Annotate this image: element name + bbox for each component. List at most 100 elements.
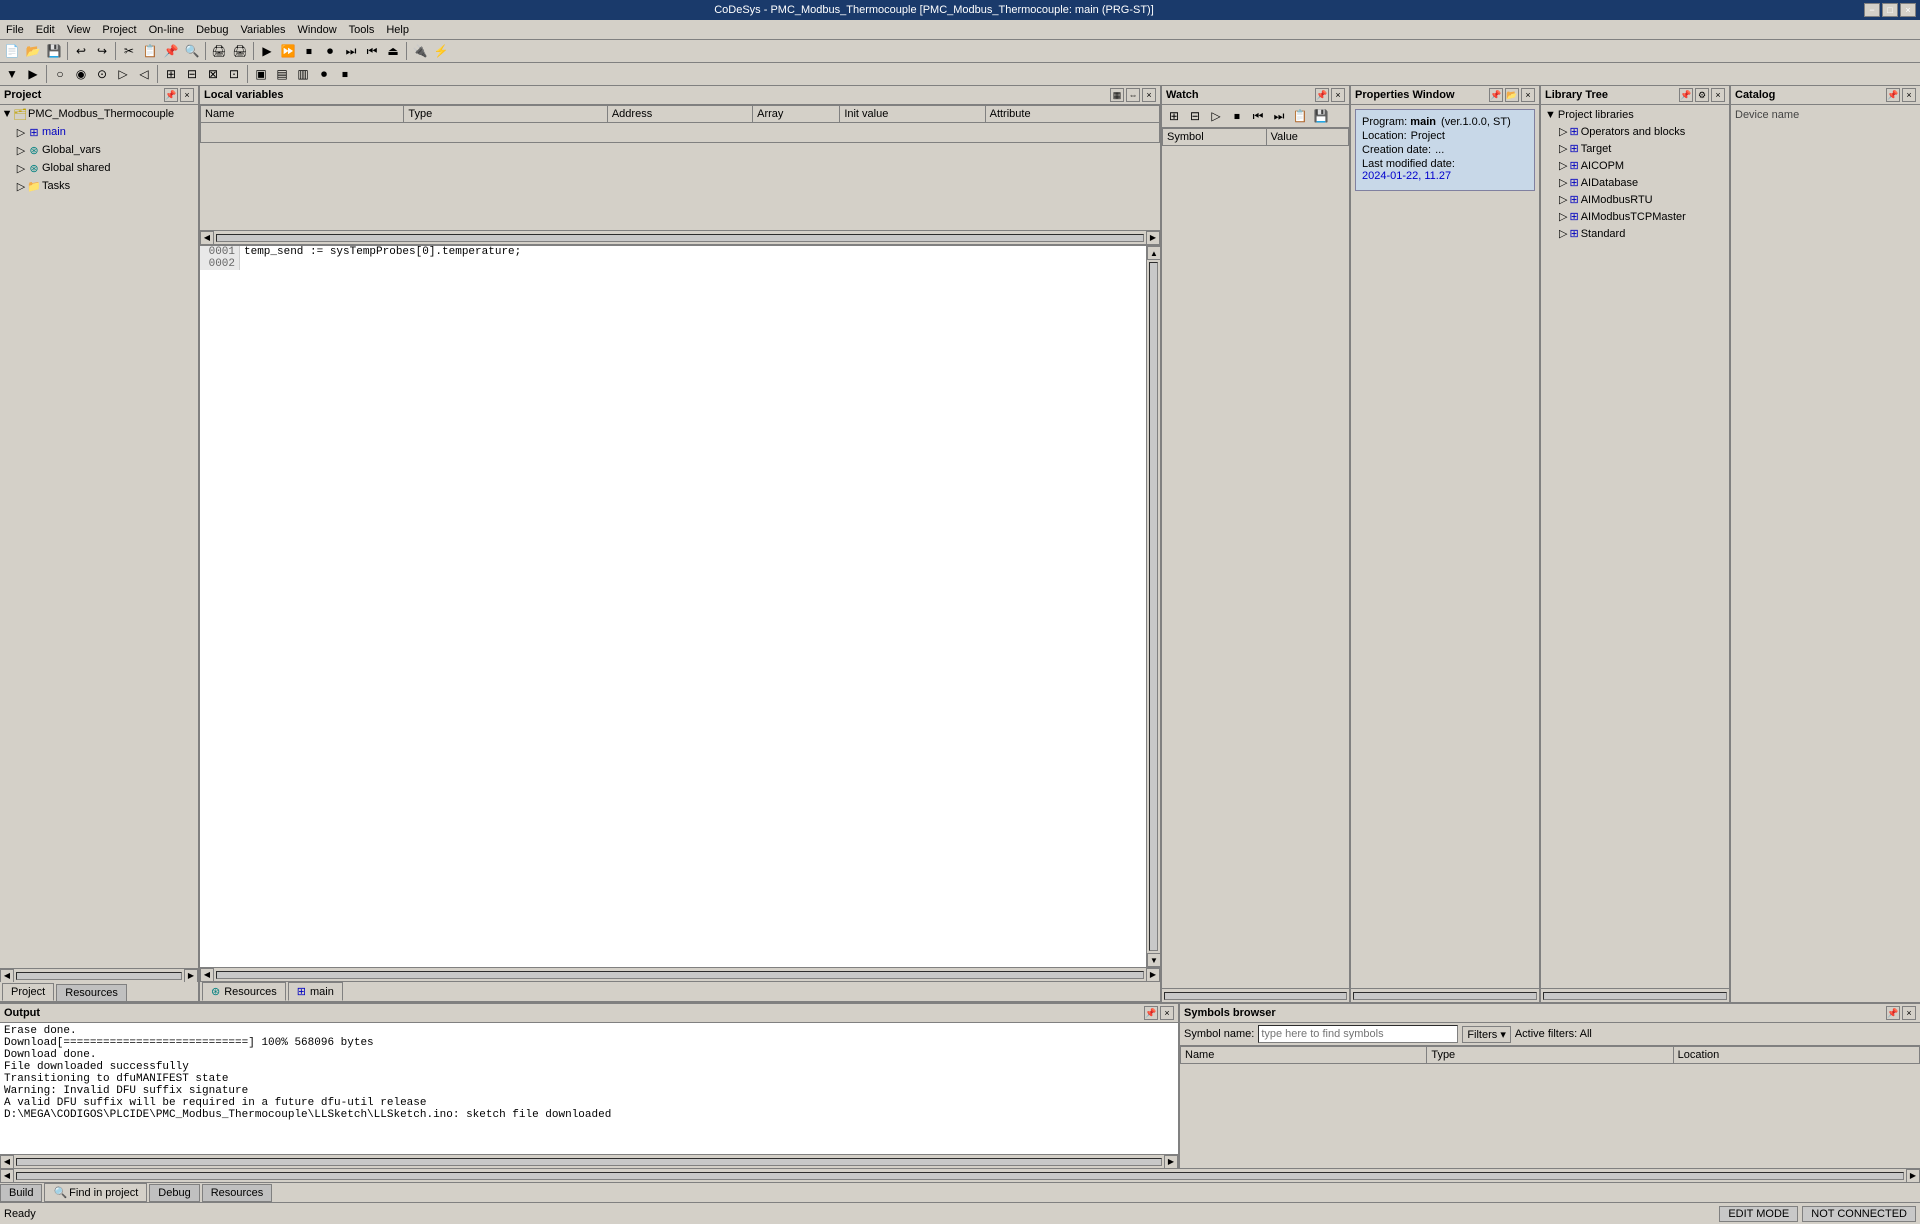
lv-scroll-track[interactable] (216, 234, 1144, 242)
minimize-button[interactable]: − (1864, 3, 1880, 17)
out-hscroll-track[interactable] (16, 1158, 1162, 1166)
lib-item-aimobustcp[interactable]: ▷ ⊞ AIModbusTCPMaster (1543, 208, 1727, 225)
out-close-btn[interactable]: × (1160, 1006, 1174, 1020)
watch-tb1[interactable]: ⊞ (1164, 106, 1184, 126)
lv-hscroll[interactable]: ◀ ▶ (200, 230, 1160, 244)
tb2-btn11[interactable]: ⊡ (224, 64, 244, 84)
close-button[interactable]: × (1900, 3, 1916, 17)
expand-icon-gv[interactable]: ▷ (16, 144, 26, 157)
watch-close-btn[interactable]: × (1331, 88, 1345, 102)
tb2-btn9[interactable]: ⊟ (182, 64, 202, 84)
tb2-btn4[interactable]: ◉ (71, 64, 91, 84)
tb2-btn12[interactable]: ▣ (251, 64, 271, 84)
code-hscroll-left[interactable]: ◀ (200, 968, 214, 982)
tree-item-globalvars[interactable]: ▷ ⊛ Global_vars (0, 141, 198, 159)
lib-settings-btn[interactable]: ⚙ (1695, 88, 1709, 102)
lib-root-item[interactable]: ▼ Project libraries (1543, 107, 1727, 123)
proj-scroll-left[interactable]: ◀ (0, 969, 14, 983)
copy-button[interactable]: 📋 (140, 41, 160, 61)
lv-scroll-right[interactable]: ▶ (1146, 231, 1160, 245)
tb2-btn6[interactable]: ▷ (113, 64, 133, 84)
project-close-btn[interactable]: × (180, 88, 194, 102)
tb2-btn2[interactable]: ▶ (23, 64, 43, 84)
tab-editor-main[interactable]: ⊞ main (288, 982, 343, 1001)
lv-close-btn[interactable]: × (1142, 88, 1156, 102)
cat-pin-btn[interactable]: 📌 (1886, 88, 1900, 102)
tb2-btn7[interactable]: ◁ (134, 64, 154, 84)
menu-help[interactable]: Help (380, 22, 415, 38)
new-button[interactable]: 📄 (2, 41, 22, 61)
watch-tb2[interactable]: ⊟ (1185, 106, 1205, 126)
tb2-btn10[interactable]: ⊠ (203, 64, 223, 84)
tree-item-main[interactable]: ▷ ⊞ main (0, 123, 198, 141)
sym-search-input[interactable] (1258, 1025, 1458, 1043)
menu-project[interactable]: Project (96, 22, 142, 38)
watch-tb5[interactable]: ⏮ (1248, 106, 1268, 126)
tb2-btn5[interactable]: ⊙ (92, 64, 112, 84)
print-button[interactable]: 🖨 (209, 41, 229, 61)
watch-pin-btn[interactable]: 📌 (1315, 88, 1329, 102)
project-pin-btn[interactable]: 📌 (164, 88, 178, 102)
expand-icon-tasks[interactable]: ▷ (16, 180, 26, 193)
save-button[interactable]: 💾 (44, 41, 64, 61)
cut-button[interactable]: ✂ (119, 41, 139, 61)
lib-item-aimodbusrtu[interactable]: ▷ ⊞ AIModbusRTU (1543, 191, 1727, 208)
build-btn3[interactable]: ⏹ (299, 41, 319, 61)
expand-icon-main[interactable]: ▷ (16, 126, 26, 139)
build-btn1[interactable]: ▶ (257, 41, 277, 61)
sym-close-btn[interactable]: × (1902, 1006, 1916, 1020)
expand-icon[interactable]: ▼ (2, 108, 12, 120)
menu-file[interactable]: File (0, 22, 30, 38)
lib-item-target[interactable]: ▷ ⊞ Target (1543, 140, 1727, 157)
tb2-btn16[interactable]: ⏹ (335, 64, 355, 84)
tree-item-tasks[interactable]: ▷ 📁 Tasks (0, 177, 198, 195)
lib-item-standard[interactable]: ▷ ⊞ Standard (1543, 225, 1727, 242)
sym-pin-btn[interactable]: 📌 (1886, 1006, 1900, 1020)
lib-item-aicopm[interactable]: ▷ ⊞ AICOPM (1543, 157, 1727, 174)
lv-grid-btn[interactable]: ▦ (1110, 88, 1124, 102)
undo-button[interactable]: ↩ (71, 41, 91, 61)
tab-build[interactable]: Build (0, 1184, 42, 1202)
lib-scroll-track[interactable] (1543, 992, 1727, 1000)
code-scroll-up[interactable]: ▲ (1147, 246, 1160, 260)
menu-edit[interactable]: Edit (30, 22, 61, 38)
tb2-btn13[interactable]: ▤ (272, 64, 292, 84)
tab-find-in-project[interactable]: 🔍 Find in project (44, 1183, 147, 1202)
lib-hscroll[interactable] (1541, 988, 1729, 1002)
sym-hscroll-nav-left[interactable]: ◀ (0, 1169, 14, 1183)
menu-window[interactable]: Window (292, 22, 343, 38)
project-hscroll[interactable]: ◀ ▶ (0, 968, 198, 982)
tab-editor-resources[interactable]: ⊛ Resources (202, 982, 286, 1001)
watch-tb4[interactable]: ⏹ (1227, 106, 1247, 126)
sym-hscroll[interactable]: ◀ ▶ (0, 1168, 1920, 1182)
code-hscroll[interactable]: ◀ ▶ (200, 967, 1160, 981)
code-editor[interactable]: 0001 temp_send := sysTempProbes[0].tempe… (200, 246, 1146, 967)
watch-tb3[interactable]: ▷ (1206, 106, 1226, 126)
sym-hscroll-nav-right[interactable]: ▶ (1906, 1169, 1920, 1183)
watch-tb8[interactable]: 💾 (1311, 106, 1331, 126)
build-btn2[interactable]: ⏩ (278, 41, 298, 61)
menu-tools[interactable]: Tools (343, 22, 381, 38)
menu-debug[interactable]: Debug (190, 22, 234, 38)
code-scroll-down[interactable]: ▼ (1147, 953, 1160, 967)
cat-close-btn[interactable]: × (1902, 88, 1916, 102)
lib-item-operators[interactable]: ▷ ⊞ Operators and blocks (1543, 123, 1727, 140)
build-btn7[interactable]: ⏏ (383, 41, 403, 61)
online-btn2[interactable]: ⚡ (431, 41, 451, 61)
tab-project[interactable]: Project (2, 983, 54, 1001)
build-btn4[interactable]: ⏺ (320, 41, 340, 61)
lv-expand-btn[interactable]: ⇔ (1126, 88, 1140, 102)
build-btn5[interactable]: ⏭ (341, 41, 361, 61)
paste-button[interactable]: 📌 (161, 41, 181, 61)
proj-scroll-track[interactable] (16, 972, 182, 980)
menu-view[interactable]: View (61, 22, 97, 38)
props-open-btn[interactable]: 📂 (1505, 88, 1519, 102)
redo-button[interactable]: ↪ (92, 41, 112, 61)
tab-debug[interactable]: Debug (149, 1184, 199, 1202)
tb2-btn15[interactable]: ⏺ (314, 64, 334, 84)
print-preview-button[interactable]: 🖨 (230, 41, 250, 61)
out-hscroll-left[interactable]: ◀ (0, 1155, 14, 1169)
tree-item-globalshared[interactable]: ▷ ⊛ Global shared (0, 159, 198, 177)
watch-tb6[interactable]: ⏭ (1269, 106, 1289, 126)
proj-scroll-right[interactable]: ▶ (184, 969, 198, 983)
